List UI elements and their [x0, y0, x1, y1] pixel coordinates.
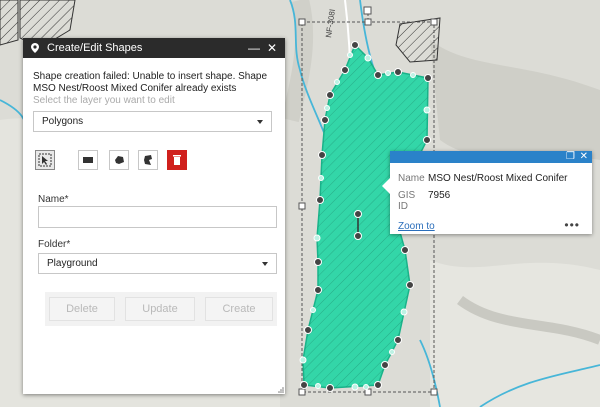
popup-name-row: Name MSO Nest/Roost Mixed Conifer: [398, 173, 568, 184]
freehand-tool-button[interactable]: [109, 150, 129, 170]
popup-gisid-row: GIS ID 7956: [398, 190, 450, 212]
cut-tool-button[interactable]: [138, 150, 158, 170]
create-edit-panel: Create/Edit Shapes — ✕ Shape creation fa…: [23, 38, 285, 394]
panel-header[interactable]: Create/Edit Shapes — ✕: [23, 38, 285, 58]
layer-hint: Select the layer you want to edit: [33, 95, 175, 106]
name-field[interactable]: [38, 206, 277, 228]
error-message: Shape creation failed: Unable to insert …: [33, 71, 268, 94]
popup-gisid-value: 7956: [428, 190, 451, 201]
action-buttons: Delete Update Create: [45, 292, 277, 326]
layer-select-value: Polygons: [42, 116, 84, 127]
select-tool-button[interactable]: [35, 150, 55, 170]
rectangle-tool-button[interactable]: [78, 150, 98, 170]
panel-title: Create/Edit Shapes: [47, 42, 143, 54]
popup-header: ❐ ✕: [390, 151, 592, 163]
create-button[interactable]: Create: [205, 297, 273, 321]
zoom-to-link[interactable]: Zoom to: [398, 221, 435, 232]
select-pointer-icon: [38, 153, 52, 167]
folder-select-value: Playground: [47, 258, 98, 269]
cut-shape-icon: [144, 155, 152, 165]
close-icon[interactable]: ✕: [580, 151, 588, 163]
name-label: Name*: [38, 194, 69, 205]
maximize-icon[interactable]: ❐: [566, 151, 575, 163]
more-options-icon[interactable]: •••: [564, 218, 580, 232]
delete-button[interactable]: Delete: [49, 297, 115, 321]
minimize-button[interactable]: —: [247, 41, 261, 55]
layer-select[interactable]: Polygons: [33, 111, 272, 132]
popup-gisid-key: GIS ID: [398, 190, 416, 212]
feature-popup: ❐ ✕ Name MSO Nest/Roost Mixed Conifer GI…: [382, 151, 592, 234]
folder-select[interactable]: Playground: [38, 253, 277, 274]
popup-name-value: MSO Nest/Roost Mixed Conifer: [428, 173, 568, 184]
freehand-polygon-icon: [115, 156, 124, 164]
chevron-down-icon: [262, 262, 268, 266]
pin-icon: [31, 43, 39, 53]
update-button[interactable]: Update: [125, 297, 195, 321]
rectangle-icon: [83, 157, 93, 163]
chevron-down-icon: [257, 120, 263, 124]
close-button[interactable]: ✕: [265, 41, 279, 55]
popup-name-key: Name: [398, 173, 425, 184]
resize-handle-icon[interactable]: [278, 387, 284, 393]
popup-pointer: [382, 178, 390, 194]
delete-tool-button[interactable]: [167, 150, 187, 170]
folder-label: Folder*: [38, 239, 71, 250]
trash-icon: [173, 155, 181, 165]
